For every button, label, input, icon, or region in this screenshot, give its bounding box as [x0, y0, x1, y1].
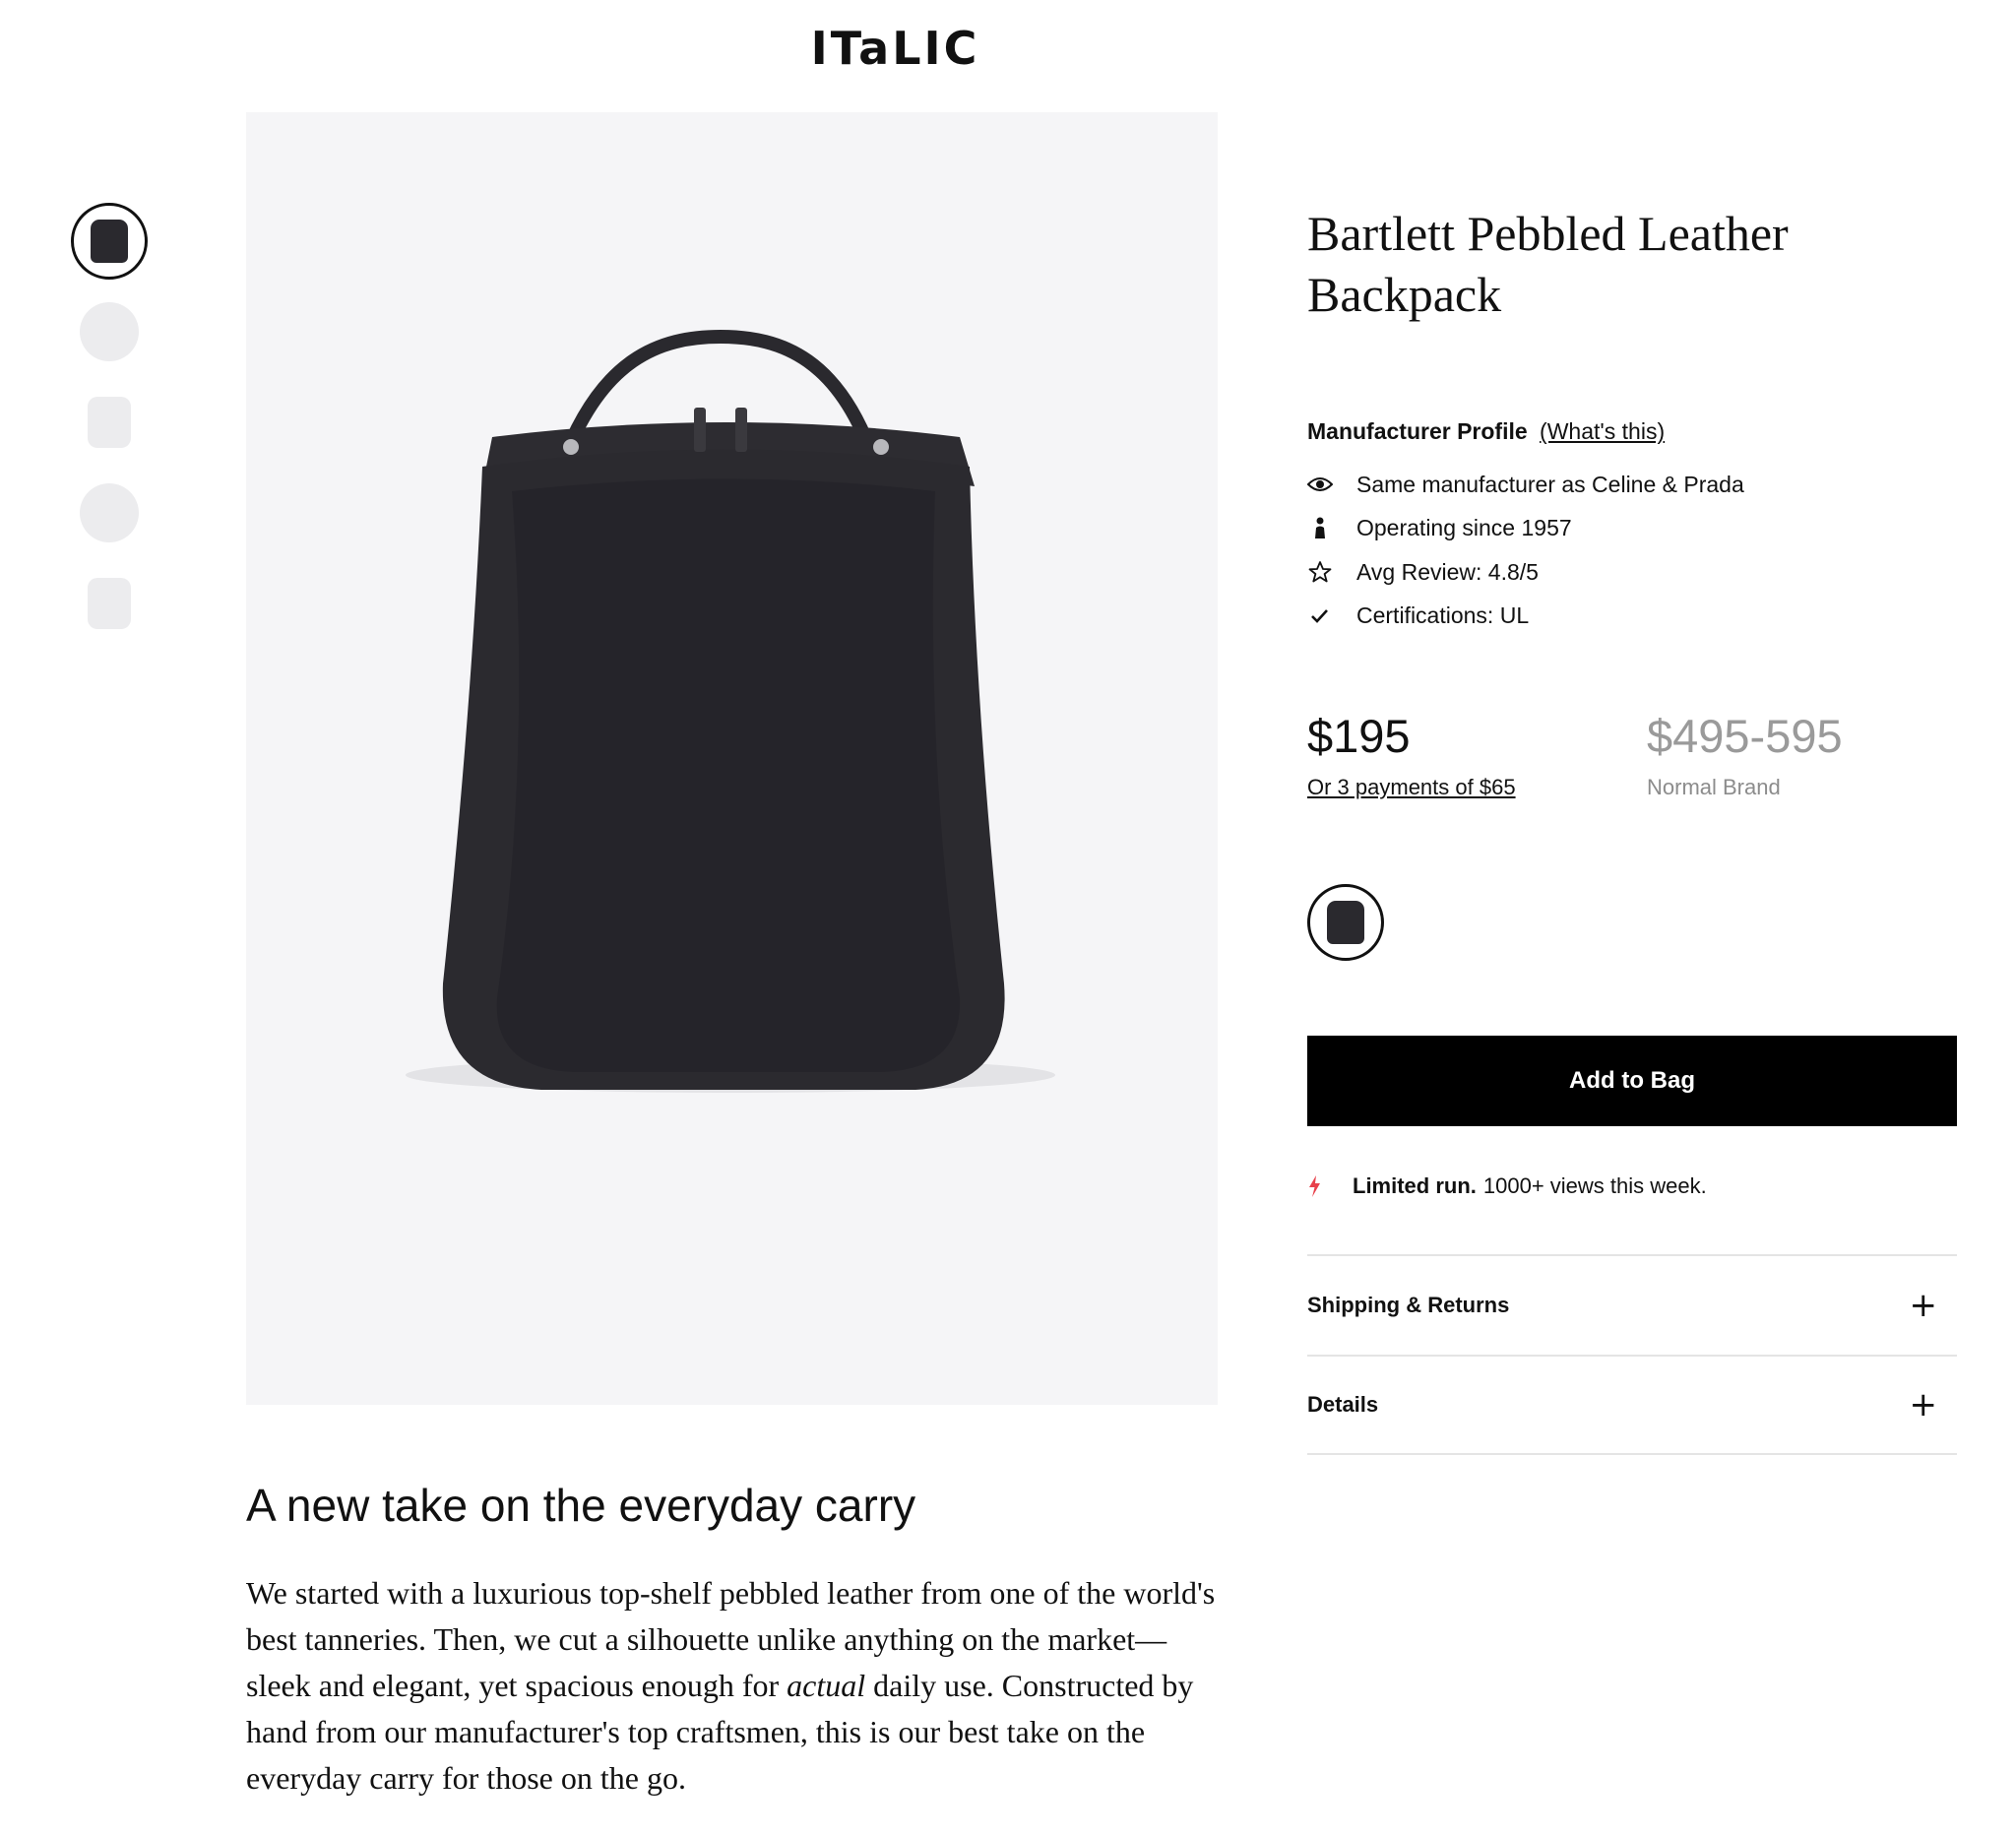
feature-item: Avg Review: 4.8/5	[1307, 550, 1744, 595]
product-title: Bartlett Pebbled Leather Backpack	[1307, 206, 1789, 322]
product-image[interactable]	[246, 112, 1218, 1405]
feature-text: Same manufacturer as Celine & Prada	[1356, 471, 1744, 497]
description-title: A new take on the everyday carry	[246, 1480, 916, 1531]
thumbnail-list	[71, 203, 150, 656]
normal-brand-label: Normal Brand	[1647, 775, 1781, 799]
backpack-illustration	[406, 329, 1055, 1093]
brand-logo[interactable]: ITaLIC	[0, 22, 1791, 75]
thumbnail-1[interactable]	[71, 203, 148, 280]
bag-thumb-icon	[88, 397, 131, 448]
thumbnail-4[interactable]	[71, 475, 148, 551]
star-icon	[1307, 560, 1356, 584]
payment-plan-link[interactable]: Or 3 payments of $65	[1307, 775, 1516, 800]
thumbnail-3[interactable]	[71, 384, 148, 461]
feature-item: Certifications: UL	[1307, 595, 1744, 639]
feature-item: Same manufacturer as Celine & Prada	[1307, 463, 1744, 507]
normal-price: $495-595	[1647, 710, 1843, 762]
eye-icon	[1307, 476, 1356, 492]
lightning-icon	[1307, 1174, 1353, 1198]
feature-list: Same manufacturer as Celine & Prada Oper…	[1307, 463, 1744, 638]
limited-run-notice: Limited run. 1000+ views this week.	[1307, 1173, 1707, 1199]
person-icon	[1307, 517, 1356, 540]
bag-thumb-icon	[80, 483, 139, 542]
manufacturer-profile-heading: Manufacturer Profile	[1307, 418, 1528, 444]
plus-icon: +	[1909, 1385, 1938, 1424]
accordion-details[interactable]: Details +	[1307, 1355, 1957, 1455]
backpack-swatch-icon	[1327, 901, 1364, 944]
thumbnail-2[interactable]	[71, 293, 148, 370]
manufacturer-profile: Manufacturer Profile (What's this)	[1307, 418, 1665, 445]
plus-icon: +	[1909, 1286, 1938, 1325]
accordion-label: Shipping & Returns	[1307, 1293, 1510, 1317]
feature-text: Certifications: UL	[1356, 602, 1530, 629]
bag-thumb-icon	[80, 302, 139, 361]
feature-text: Operating since 1957	[1356, 515, 1572, 541]
check-icon	[1307, 606, 1356, 626]
color-swatch[interactable]	[1307, 884, 1384, 961]
feature-item: Operating since 1957	[1307, 507, 1744, 551]
limited-run-bold: Limited run.	[1353, 1173, 1477, 1198]
backpack-thumb-icon	[91, 220, 128, 263]
description-emphasis: actual	[787, 1668, 866, 1703]
accordion-shipping-returns[interactable]: Shipping & Returns +	[1307, 1254, 1957, 1355]
bag-thumb-icon	[88, 578, 131, 629]
feature-text: Avg Review: 4.8/5	[1356, 558, 1539, 585]
thumbnail-5[interactable]	[71, 565, 148, 642]
description-body: We started with a luxurious top-shelf pe…	[246, 1570, 1230, 1802]
add-to-bag-button[interactable]: Add to Bag	[1307, 1036, 1957, 1126]
limited-run-text: 1000+ views this week.	[1482, 1173, 1707, 1198]
whats-this-link[interactable]: (What's this)	[1540, 418, 1665, 444]
price: $195	[1307, 710, 1411, 762]
accordion-label: Details	[1307, 1392, 1379, 1417]
